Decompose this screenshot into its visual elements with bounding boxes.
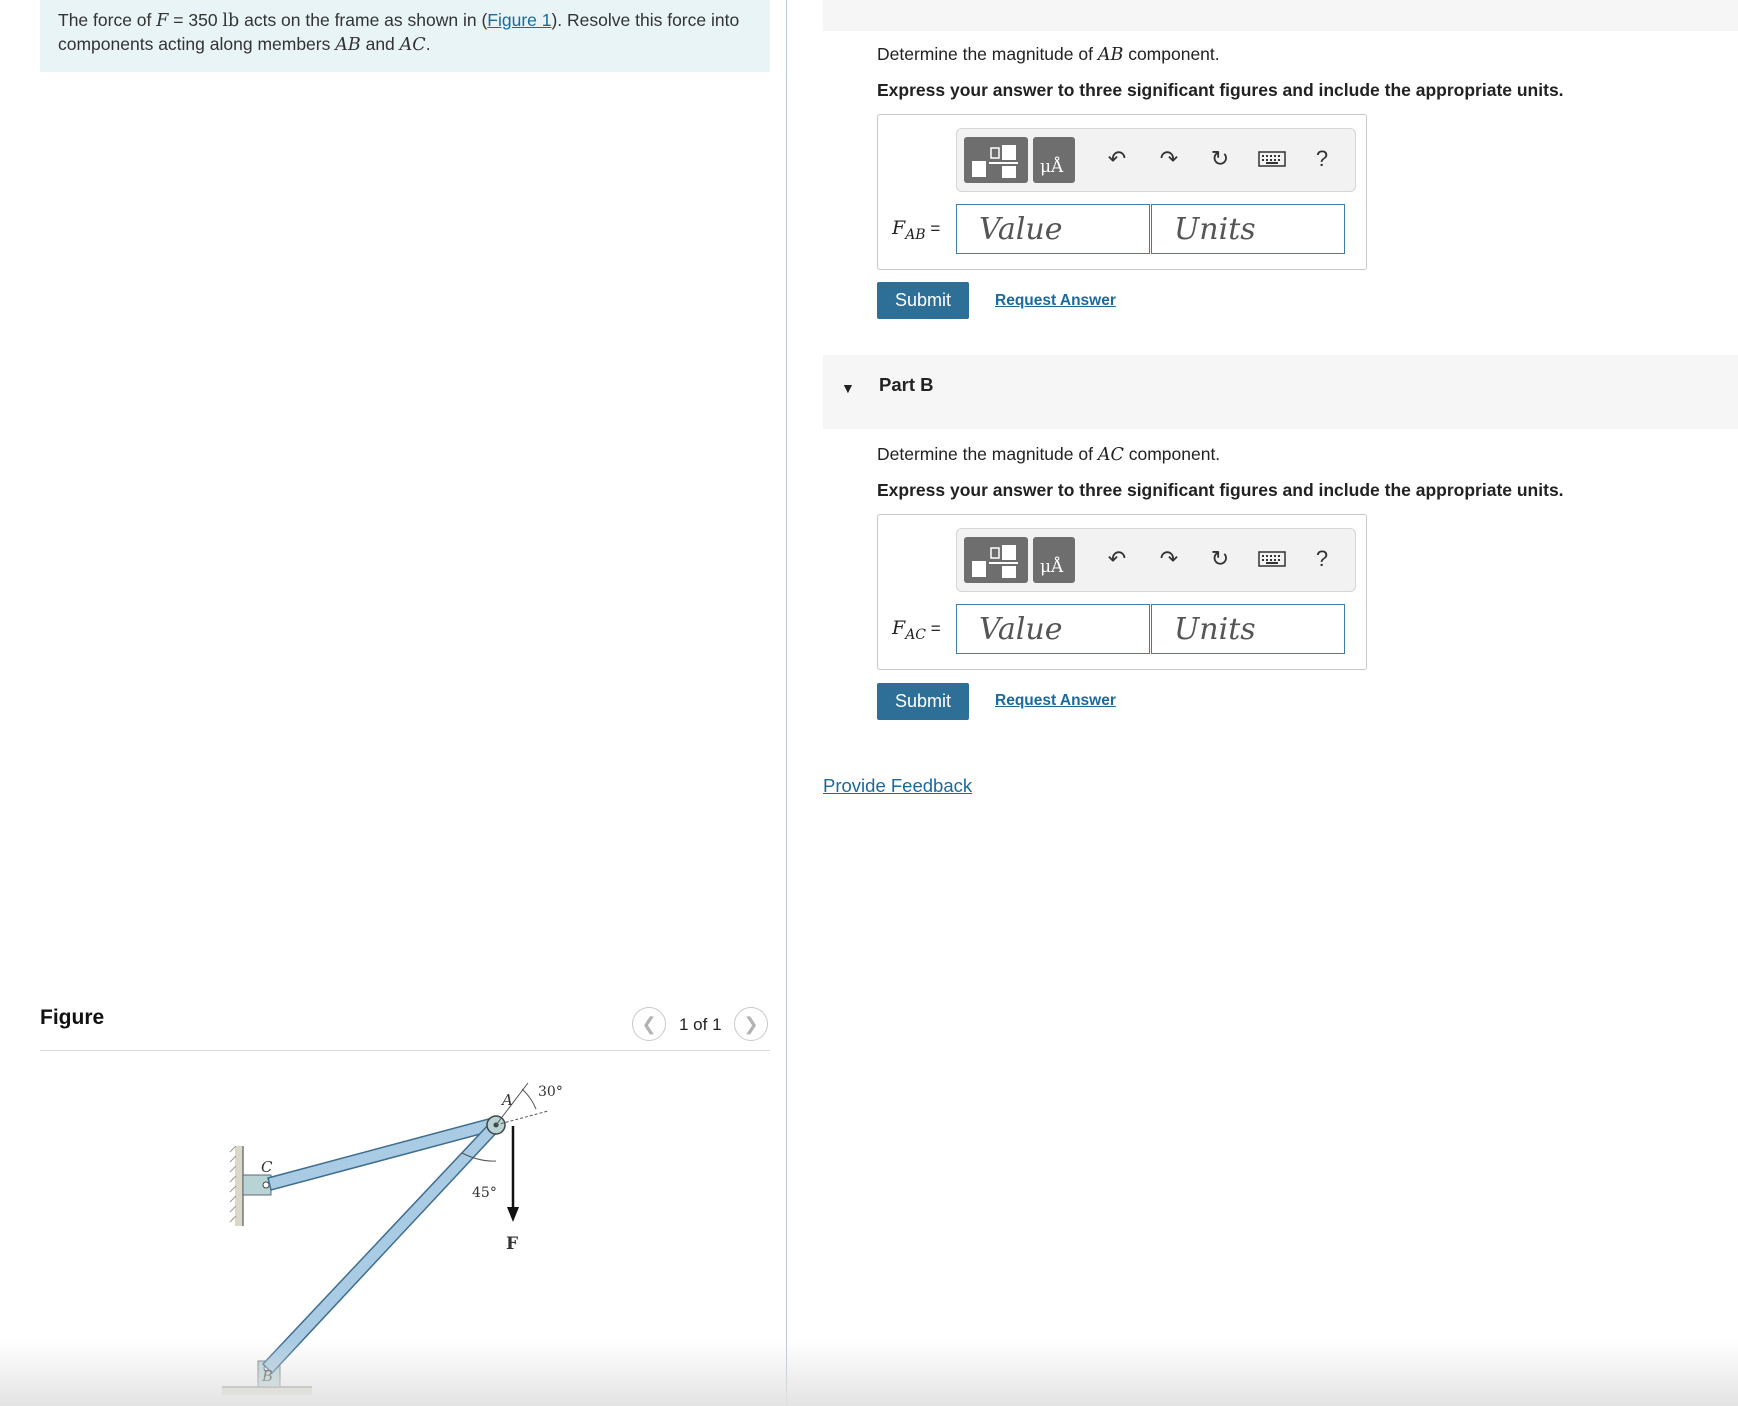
units-button[interactable]: μÅ — [1033, 137, 1075, 183]
angle-label-30: 30° — [538, 1084, 563, 1100]
part-a-request-answer-link[interactable]: Request Answer — [995, 292, 1116, 310]
problem-statement: The force of F = 350 lb acts on the fram… — [40, 0, 770, 72]
keyboard-icon — [1258, 551, 1286, 567]
member-ac: AC — [399, 34, 426, 55]
templates-icon — [972, 545, 1018, 578]
templates-button[interactable] — [964, 137, 1028, 183]
part-a-instruction: Express your answer to three significant… — [877, 80, 1564, 100]
previous-figure-button[interactable]: ❮ — [632, 1007, 666, 1041]
undo-icon: ↶ — [1107, 546, 1127, 571]
angle-label-45: 45° — [472, 1185, 497, 1201]
problem-text: = 350 — [168, 10, 223, 30]
reset-icon: ↻ — [1210, 146, 1230, 171]
fab-label: FAB = — [892, 217, 940, 243]
label-f: F — [506, 1234, 518, 1254]
collapse-arrow-icon[interactable]: ▼ — [841, 380, 855, 396]
var-subscript: AB — [905, 226, 926, 243]
var-symbol: F — [892, 617, 906, 639]
fac-label: FAC = — [892, 617, 941, 643]
part-b-answer-box: μÅ ↶ ↷ ↻ ? FAC = — [877, 514, 1367, 670]
prompt-text: component. — [1123, 444, 1221, 464]
fac-units-input[interactable] — [1151, 604, 1345, 654]
part-b-request-answer-link[interactable]: Request Answer — [995, 692, 1116, 710]
help-icon: ? — [1315, 146, 1329, 171]
math-toolbar: μÅ ↶ ↷ ↻ ? — [956, 528, 1356, 592]
undo-button[interactable]: ↶ — [1101, 543, 1133, 575]
part-b-instruction: Express your answer to three significant… — [877, 480, 1564, 500]
help-button[interactable]: ? — [1306, 143, 1338, 175]
label-c: C — [261, 1158, 273, 1176]
problem-text: and — [360, 33, 400, 54]
equals-sign: = — [925, 219, 941, 238]
prompt-text: Determine the magnitude of — [877, 444, 1098, 464]
keyboard-button[interactable] — [1256, 543, 1288, 575]
provide-feedback-link[interactable]: Provide Feedback — [823, 775, 972, 797]
reset-button[interactable]: ↻ — [1204, 143, 1236, 175]
part-b-submit-button[interactable]: Submit — [877, 683, 969, 720]
prompt-text: Determine the magnitude of — [877, 44, 1098, 64]
force-variable: F — [156, 11, 169, 31]
part-b-prompt: Determine the magnitude of AC component. — [877, 444, 1220, 465]
fac-value-input[interactable] — [956, 604, 1150, 654]
var-subscript: AC — [905, 626, 927, 643]
chevron-right-icon: ❯ — [743, 1013, 759, 1034]
left-pane: The force of F = 350 lb acts on the fram… — [0, 0, 787, 1406]
fab-units-input[interactable] — [1151, 204, 1345, 254]
problem-text: . — [425, 33, 431, 54]
problem-text: The force of — [58, 10, 157, 30]
part-a-submit-button[interactable]: Submit — [877, 282, 969, 319]
figure-heading: Figure — [40, 1006, 105, 1029]
figure-link[interactable]: Figure 1 — [487, 10, 551, 30]
redo-button[interactable]: ↷ — [1153, 543, 1185, 575]
part-a-answer-box: μÅ ↶ ↷ ↻ ? FAB = — [877, 114, 1367, 270]
redo-icon: ↷ — [1159, 146, 1179, 171]
reset-button[interactable]: ↻ — [1204, 543, 1236, 575]
problem-text: acts on the frame as shown in ( — [239, 10, 488, 30]
figure-pager-label: 1 of 1 — [679, 1015, 722, 1034]
help-button[interactable]: ? — [1306, 543, 1338, 575]
prompt-text: component. — [1123, 44, 1220, 64]
part-b-header — [823, 355, 1738, 429]
angle-arc-30 — [521, 1088, 537, 1110]
reset-icon: ↻ — [1210, 546, 1230, 571]
part-a-prompt: Determine the magnitude of AB component. — [877, 44, 1220, 65]
templates-icon — [972, 145, 1018, 178]
undo-button[interactable]: ↶ — [1101, 143, 1133, 175]
math-toolbar: μÅ ↶ ↷ ↻ ? — [956, 128, 1356, 192]
keyboard-icon — [1258, 151, 1286, 167]
var-symbol: F — [892, 217, 906, 239]
help-icon: ? — [1315, 546, 1329, 571]
figure-divider — [40, 1050, 770, 1051]
part-b-title[interactable]: Part B — [879, 374, 934, 396]
redo-icon: ↷ — [1159, 546, 1179, 571]
units-icon: μÅ — [1040, 157, 1064, 177]
units-button[interactable]: μÅ — [1033, 537, 1075, 583]
frame-figure: A B C F 30° 45° — [222, 1082, 563, 1395]
fab-value-input[interactable] — [956, 204, 1150, 254]
undo-icon: ↶ — [1107, 146, 1127, 171]
prompt-member: AC — [1097, 445, 1124, 465]
chevron-left-icon: ❮ — [641, 1013, 657, 1034]
label-b: B — [261, 1367, 273, 1385]
units-icon: μÅ — [1040, 557, 1064, 577]
part-a-header-band — [823, 0, 1738, 31]
label-a: A — [500, 1091, 513, 1109]
keyboard-button[interactable] — [1256, 143, 1288, 175]
templates-button[interactable] — [964, 537, 1028, 583]
prompt-member: AB — [1097, 45, 1124, 65]
member-ab: AB — [335, 34, 361, 55]
equals-sign: = — [926, 619, 941, 638]
force-arrowhead — [507, 1207, 519, 1222]
next-figure-button[interactable]: ❯ — [734, 1007, 768, 1041]
pane-divider — [786, 0, 787, 1406]
redo-button[interactable]: ↷ — [1153, 143, 1185, 175]
force-unit: lb — [222, 11, 240, 31]
